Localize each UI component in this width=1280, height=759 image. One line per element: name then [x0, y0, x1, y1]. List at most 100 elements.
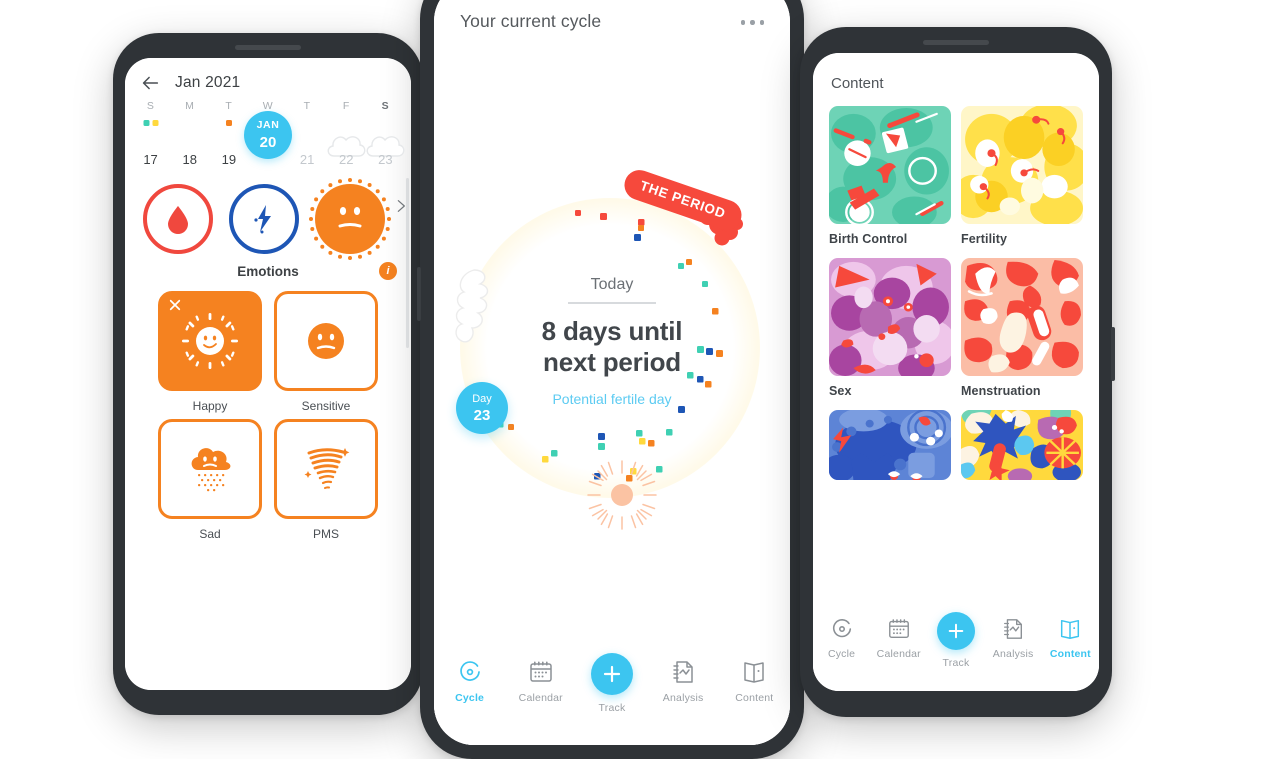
phone-device-center: Your current cycle THE PERIOD Today 8 da…: [417, 0, 804, 759]
day-bubble-label: Day: [472, 392, 492, 405]
content-card-grid: Birth Control Fertility Sex Menstruation: [813, 92, 1099, 488]
period-tracker-button[interactable]: [143, 184, 213, 254]
weekday-header-row: S M T W T F S: [125, 98, 411, 112]
phone-screen-center: Your current cycle THE PERIOD Today 8 da…: [434, 0, 790, 745]
earpiece-speaker: [923, 40, 989, 45]
plus-icon: [948, 623, 964, 639]
calendar-day-strip: 17 18 19 JAN 20 21 22 23: [125, 111, 411, 170]
track-fab-button[interactable]: [936, 612, 975, 650]
card-label: Fertility: [961, 232, 1008, 246]
cycle-screen: Your current cycle THE PERIOD Today 8 da…: [434, 0, 790, 745]
back-arrow-icon[interactable]: [139, 72, 161, 94]
wellbeing-thumbnail: [829, 410, 951, 480]
content-library-screen: Content Birth Control Fertility Sex Mens…: [813, 53, 1099, 691]
bottom-navigation: Cycle Calendar Track Analysis Content: [813, 607, 1099, 691]
content-card-menstruation[interactable]: Menstruation: [961, 258, 1083, 398]
info-badge[interactable]: i: [379, 262, 397, 280]
content-card-birth-control[interactable]: Birth Control: [829, 106, 951, 246]
content-card-wellbeing[interactable]: [829, 410, 951, 488]
nav-label: Cycle: [827, 648, 856, 660]
nav-item-calendar[interactable]: Calendar: [870, 617, 927, 660]
section-title-text: Emotions: [237, 264, 299, 279]
emotion-tile[interactable]: [158, 419, 262, 519]
weekday-initial: S: [381, 100, 390, 112]
nav-item-analysis[interactable]: Analysis: [648, 659, 719, 704]
content-card-sex[interactable]: Sex: [829, 258, 951, 398]
headline-line-2: next period: [543, 347, 681, 378]
book-icon: [744, 662, 765, 683]
tornado-icon: [304, 448, 350, 489]
emotion-item-pms[interactable]: PMS: [271, 419, 381, 541]
day-number: 22: [339, 152, 354, 167]
emotion-item-sad[interactable]: Sad: [155, 419, 265, 541]
card-label: Sex: [829, 384, 852, 398]
analysis-chart-icon: [673, 661, 693, 683]
nav-item-track[interactable]: Track: [927, 612, 984, 669]
track-fab-button[interactable]: [590, 653, 633, 695]
emotion-label: Sensitive: [301, 399, 351, 413]
month-label: Jan 2021: [175, 74, 241, 91]
today-day-number: 20: [259, 134, 277, 152]
tracker-icon-row: [125, 170, 411, 260]
today-highlight: JAN 20: [243, 111, 292, 159]
nav-item-analysis[interactable]: Analysis: [985, 617, 1042, 660]
divider: [568, 302, 656, 304]
content-card-fertility[interactable]: Fertility: [961, 106, 1083, 246]
calendar-day-cell[interactable]: 22: [327, 112, 366, 170]
calendar-day-cell[interactable]: 23: [366, 112, 405, 170]
center-header: Your current cycle: [434, 0, 790, 32]
weekday-initial: T: [303, 100, 311, 112]
vertical-scrollbar[interactable]: [406, 178, 409, 348]
nav-item-content[interactable]: Content: [719, 659, 790, 704]
rain-cloud-icon: [191, 448, 231, 492]
content-card-lifestyle[interactable]: [961, 410, 1083, 488]
headline-line-1: 8 days until: [541, 315, 683, 346]
emotion-label: Sad: [199, 527, 221, 541]
nav-item-cycle[interactable]: Cycle: [813, 617, 870, 660]
analysis-chart-icon: [1004, 619, 1023, 639]
nav-label: Track: [942, 657, 970, 669]
day-number: 21: [299, 152, 315, 167]
calendar-day-cell-today[interactable]: JAN 20: [243, 111, 292, 170]
day-marker-dots: [143, 120, 159, 126]
fertility-thumbnail: [961, 106, 1083, 224]
sun-smile-icon: [182, 313, 238, 369]
emotion-tile[interactable]: [274, 419, 378, 519]
birth-control-thumbnail: [829, 106, 951, 224]
calendar-tracking-screen: Jan 2021 S M T W T F S 17 18 19 JAN 20 2…: [125, 58, 411, 690]
more-options-icon[interactable]: [740, 11, 764, 25]
calendar-day-cell[interactable]: 17: [131, 112, 170, 170]
phone-device-right: Content Birth Control Fertility Sex Mens…: [800, 27, 1115, 717]
ovulation-sunburst-icon: [587, 460, 657, 530]
nav-label: Analysis: [662, 692, 704, 704]
cycle-visualization: THE PERIOD Today 8 days until next perio…: [434, 38, 790, 530]
lifestyle-thumbnail: [961, 410, 1083, 480]
nav-label: Cycle: [455, 692, 485, 704]
day-number: 19: [221, 152, 237, 167]
phone-screen-right: Content Birth Control Fertility Sex Mens…: [813, 53, 1099, 691]
nav-item-cycle[interactable]: Cycle: [434, 659, 505, 704]
day-marker-dots: [225, 120, 232, 126]
nav-item-calendar[interactable]: Calendar: [505, 659, 576, 704]
calendar-day-cell[interactable]: 19: [209, 112, 248, 170]
current-day-bubble[interactable]: Day 23: [456, 382, 508, 434]
symptoms-tracker-button[interactable]: [229, 184, 299, 254]
nav-label: Track: [598, 702, 626, 714]
emotion-tile[interactable]: [158, 291, 262, 391]
emotion-item-happy[interactable]: Happy: [155, 291, 265, 413]
menstruation-thumbnail: [961, 258, 1083, 376]
nav-item-track[interactable]: Track: [576, 653, 647, 714]
emotion-item-sensitive[interactable]: Sensitive: [271, 291, 381, 413]
calendar-day-cell[interactable]: 18: [170, 112, 209, 170]
phone-device-left: Jan 2021 S M T W T F S 17 18 19 JAN 20 2…: [113, 33, 423, 715]
emotions-tracker-button[interactable]: [309, 178, 391, 260]
close-icon[interactable]: [169, 299, 181, 311]
neutral-face-icon: [338, 207, 362, 228]
day-number: 17: [143, 152, 158, 167]
calendar-icon: [888, 619, 909, 638]
calendar-day-cell[interactable]: 21: [288, 112, 327, 170]
cycle-icon: [832, 619, 851, 638]
phone-screen-left: Jan 2021 S M T W T F S 17 18 19 JAN 20 2…: [125, 58, 411, 690]
emotion-tile[interactable]: [274, 291, 378, 391]
nav-item-content[interactable]: Content: [1042, 617, 1099, 660]
